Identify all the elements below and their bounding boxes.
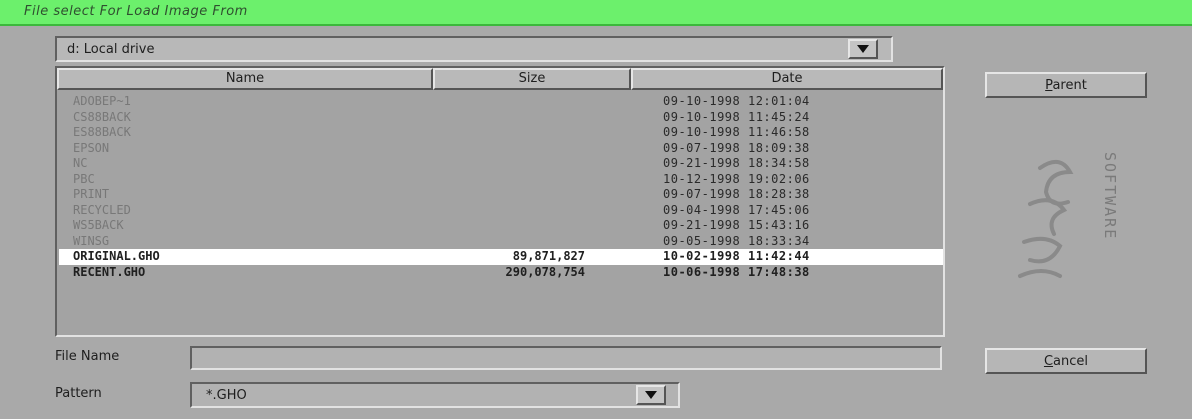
logo-subtext: SOFTWARE: [1101, 152, 1119, 240]
ghost-software-logo: SOFTWARE: [1018, 152, 1119, 278]
file-row[interactable]: RECENT.GHO 290,078,754 10-06-1998 17:48:38: [59, 265, 943, 281]
folder-row[interactable]: RECYCLED 09-04-1998 17:45:06: [59, 203, 943, 219]
row-date: 09-10-1998 11:46:58: [663, 125, 810, 139]
row-date: 09-10-1998 12:01:04: [663, 94, 810, 108]
pattern-label: Pattern: [55, 386, 102, 401]
row-date: 09-05-1998 18:33:34: [663, 233, 810, 248]
folder-row[interactable]: EPSON 09-07-1998 18:09:38: [59, 141, 943, 157]
column-header-date[interactable]: Date: [631, 68, 943, 90]
drive-dropdown-button[interactable]: [848, 39, 878, 59]
cancel-button[interactable]: Cancel: [985, 348, 1147, 374]
row-date: 09-10-1998 11:45:24: [663, 109, 810, 124]
pattern-dropdown-button[interactable]: [636, 385, 666, 405]
window-title: File select For Load Image From: [24, 4, 248, 19]
row-date: 09-04-1998 17:45:06: [663, 202, 810, 217]
row-name: ES88BACK: [73, 125, 131, 139]
row-date: 09-21-1998 15:43:16: [663, 218, 810, 232]
row-name: WS5BACK: [73, 218, 124, 232]
row-date: 09-07-1998 18:28:38: [663, 187, 810, 201]
row-name: WINSG: [73, 233, 110, 248]
row-date: 09-21-1998 18:34:58: [663, 156, 810, 170]
row-name: PBC: [73, 171, 95, 186]
folder-row[interactable]: WINSG 09-05-1998 18:33:34: [59, 234, 943, 250]
row-name: PRINT: [73, 187, 110, 201]
folder-row[interactable]: CS88BACK 09-10-1998 11:45:24: [59, 110, 943, 126]
file-row[interactable]: ORIGINAL.GHO 89,871,827 10-02-1998 11:42:4…: [59, 249, 943, 265]
title-bar[interactable]: File select For Load Image From: [0, 0, 1192, 26]
folder-row[interactable]: NC 09-21-1998 18:34:58: [59, 156, 943, 172]
row-date: 09-07-1998 18:09:38: [663, 140, 810, 155]
parent-button[interactable]: Parent: [985, 72, 1147, 98]
row-name: CS88BACK: [73, 109, 131, 124]
file-name-label: File Name: [55, 349, 120, 364]
folder-row[interactable]: ES88BACK 09-10-1998 11:46:58: [59, 125, 943, 141]
cancel-button-label: Cancel: [1043, 353, 1089, 369]
file-list[interactable]: Name Size Date ADOBEP~1 09-10-1998 12:01:…: [55, 66, 945, 337]
parent-button-label: Parent: [1045, 77, 1087, 93]
row-size: 290,078,754: [505, 264, 585, 279]
pattern-select[interactable]: *.GHO: [190, 382, 680, 408]
row-name: EPSON: [73, 140, 110, 155]
row-name: RECENT.GHO: [73, 264, 146, 279]
folder-row[interactable]: PRINT 09-07-1998 18:28:38: [59, 187, 943, 203]
row-name: RECYCLED: [73, 202, 131, 217]
chevron-down-icon: [645, 391, 657, 399]
row-name: ADOBEP~1: [73, 94, 131, 108]
row-date: 10-02-1998 11:42:44: [663, 249, 810, 263]
column-header-name[interactable]: Name: [57, 68, 433, 90]
row-date: 10-12-1998 19:02:06: [663, 171, 810, 186]
folder-row[interactable]: PBC 10-12-1998 19:02:06: [59, 172, 943, 188]
folder-row[interactable]: WS5BACK 09-21-1998 15:43:16: [59, 218, 943, 234]
folder-row[interactable]: ADOBEP~1 09-10-1998 12:01:04: [59, 94, 943, 110]
file-name-input[interactable]: [190, 346, 942, 370]
row-name: ORIGINAL.GHO: [73, 249, 160, 263]
drive-select[interactable]: d: Local drive: [55, 36, 893, 62]
chevron-down-icon: [857, 45, 869, 53]
drive-select-value: d: Local drive: [67, 42, 155, 57]
row-date: 10-06-1998 17:48:38: [663, 264, 810, 279]
row-size: 89,871,827: [512, 249, 585, 263]
row-name: NC: [73, 156, 88, 170]
pattern-value: *.GHO: [206, 388, 247, 403]
column-header-size[interactable]: Size: [433, 68, 631, 90]
